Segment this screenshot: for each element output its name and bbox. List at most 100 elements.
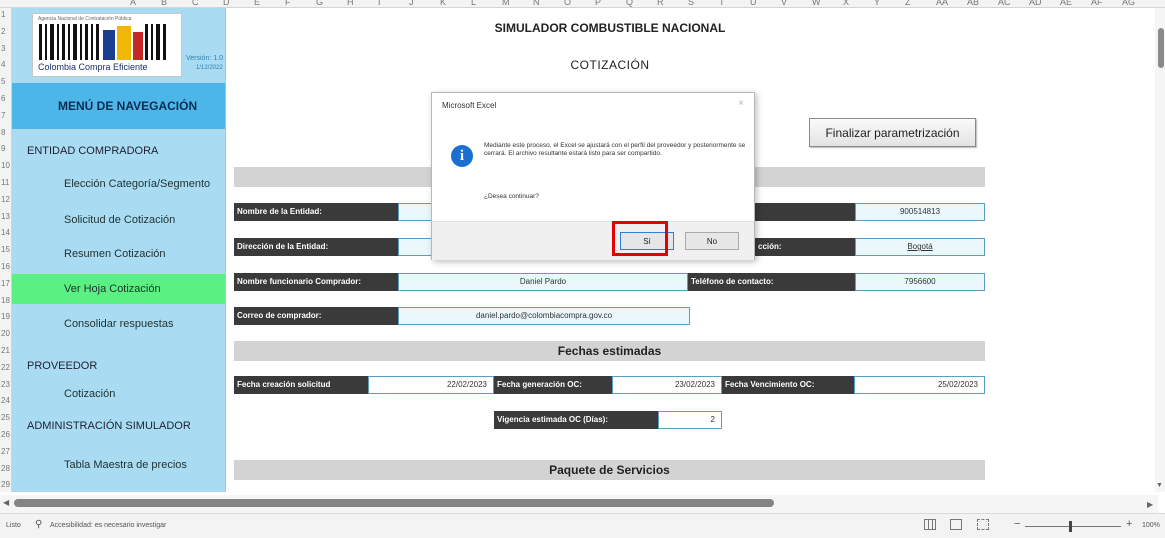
validity-days-field[interactable]: 2	[658, 411, 722, 429]
row-header-6[interactable]: 6	[1, 94, 5, 104]
row-header-24[interactable]: 24	[1, 396, 10, 406]
nit-field[interactable]: 900514813	[855, 203, 985, 221]
row-header-14[interactable]: 14	[1, 228, 10, 238]
scroll-down-arrow-icon[interactable]: ▼	[1156, 482, 1163, 489]
horizontal-scroll-thumb[interactable]	[14, 499, 774, 507]
column-header-s[interactable]: S	[688, 0, 694, 7]
row-header-18[interactable]: 18	[1, 296, 10, 306]
column-header-a[interactable]: A	[130, 0, 136, 7]
zoom-out-icon[interactable]: −	[1014, 518, 1020, 530]
column-header-l[interactable]: L	[471, 0, 476, 7]
row-header-25[interactable]: 25	[1, 413, 10, 423]
yes-button[interactable]: Sí	[620, 232, 674, 250]
generation-date-field[interactable]: 23/02/2023	[612, 376, 722, 394]
official-name-field[interactable]: Daniel Pardo	[398, 273, 688, 291]
column-header-j[interactable]: J	[409, 0, 414, 7]
nav-item-ver-hoja-cotizacion[interactable]: Ver Hoja Cotización	[12, 274, 225, 304]
row-header-2[interactable]: 2	[1, 27, 5, 37]
row-header-11[interactable]: 11	[1, 178, 9, 188]
column-header-k[interactable]: K	[440, 0, 446, 7]
column-header-o[interactable]: O	[564, 0, 571, 7]
column-header-h[interactable]: H	[347, 0, 354, 7]
accessibility-icon[interactable]: ⚲	[35, 519, 42, 530]
nav-item-resumen-cotizacion[interactable]: Resumen Cotización	[12, 239, 225, 269]
row-header-9[interactable]: 9	[1, 144, 5, 154]
column-header-e[interactable]: E	[254, 0, 260, 7]
row-header-27[interactable]: 27	[1, 447, 10, 457]
column-header-v[interactable]: V	[781, 0, 787, 7]
row-header-3[interactable]: 3	[1, 44, 5, 54]
column-header-p[interactable]: P	[595, 0, 601, 7]
page-break-view-icon[interactable]	[977, 519, 989, 530]
no-button[interactable]: No	[685, 232, 739, 250]
row-header-1[interactable]: 1	[1, 10, 5, 20]
row-header-17[interactable]: 17	[1, 279, 10, 289]
nav-item-tabla-maestra-precios[interactable]: Tabla Maestra de precios	[12, 450, 225, 480]
column-header-ag[interactable]: AG	[1122, 0, 1135, 7]
scroll-left-arrow-icon[interactable]: ◀	[3, 498, 9, 507]
nav-item-consolidar-respuestas[interactable]: Consolidar respuestas	[12, 309, 225, 339]
column-header-af[interactable]: AF	[1091, 0, 1103, 7]
normal-view-icon[interactable]	[924, 519, 936, 530]
row-header-5[interactable]: 5	[1, 77, 5, 87]
row-header-4[interactable]: 4	[1, 60, 5, 70]
vertical-scroll-thumb[interactable]	[1158, 28, 1164, 68]
nav-item-cotizacion[interactable]: Cotización	[12, 379, 225, 409]
nav-section-proveedor: PROVEEDOR	[27, 360, 98, 372]
row-header-29[interactable]: 29	[1, 480, 10, 490]
zoom-slider[interactable]	[1025, 526, 1121, 527]
row-header-28[interactable]: 28	[1, 464, 10, 474]
zoom-level: 100%	[1142, 522, 1160, 529]
column-header-w[interactable]: W	[812, 0, 821, 7]
column-header-ab[interactable]: AB	[967, 0, 979, 7]
row-header-16[interactable]: 16	[1, 262, 10, 272]
row-header-19[interactable]: 19	[1, 312, 10, 322]
close-icon[interactable]: ×	[738, 98, 744, 109]
vertical-scrollbar[interactable]	[1155, 8, 1165, 492]
phone-field[interactable]: 7956600	[855, 273, 985, 291]
accessibility-status[interactable]: Accesibilidad: es necesario investigar	[50, 522, 166, 529]
zoom-slider-handle[interactable]	[1069, 521, 1072, 532]
column-header-d[interactable]: D	[223, 0, 230, 7]
row-header-15[interactable]: 15	[1, 245, 10, 255]
column-header-ac[interactable]: AC	[998, 0, 1011, 7]
column-header-y[interactable]: Y	[874, 0, 880, 7]
column-header-u[interactable]: U	[750, 0, 757, 7]
column-header-x[interactable]: X	[843, 0, 849, 7]
nav-item-solicitud-cotizacion[interactable]: Solicitud de Cotización	[12, 205, 225, 235]
row-header-7[interactable]: 7	[1, 111, 5, 121]
column-header-n[interactable]: N	[533, 0, 540, 7]
row-header-22[interactable]: 22	[1, 363, 10, 373]
row-header-12[interactable]: 12	[1, 195, 10, 205]
column-header-r[interactable]: R	[657, 0, 664, 7]
column-header-i[interactable]: I	[378, 0, 381, 7]
scroll-right-arrow-icon[interactable]: ▶	[1147, 500, 1153, 509]
column-header-z[interactable]: Z	[905, 0, 911, 7]
email-field[interactable]: daniel.pardo@colombiacompra.gov.co	[398, 307, 690, 325]
column-header-c[interactable]: C	[192, 0, 199, 7]
row-header-21[interactable]: 21	[1, 346, 10, 356]
column-header-bar: A B C D E F G H I J K L M N O P Q R S T U V W X Y Z AA AB AC AD AE AF AG	[0, 0, 1165, 8]
creation-date-field[interactable]: 22/02/2023	[368, 376, 494, 394]
page-layout-view-icon[interactable]	[950, 519, 962, 530]
zoom-in-icon[interactable]: +	[1126, 518, 1132, 530]
expiry-date-field[interactable]: 25/02/2023	[854, 376, 985, 394]
finalize-parametrization-button[interactable]: Finalizar parametrización	[809, 118, 976, 147]
row-header-20[interactable]: 20	[1, 329, 10, 339]
column-header-b[interactable]: B	[161, 0, 167, 7]
column-header-m[interactable]: M	[502, 0, 510, 7]
column-header-aa[interactable]: AA	[936, 0, 948, 7]
row-header-26[interactable]: 26	[1, 430, 10, 440]
row-header-8[interactable]: 8	[1, 128, 5, 138]
row-header-23[interactable]: 23	[1, 380, 10, 390]
column-header-f[interactable]: F	[285, 0, 291, 7]
column-header-g[interactable]: G	[316, 0, 323, 7]
column-header-ae[interactable]: AE	[1060, 0, 1072, 7]
row-header-13[interactable]: 13	[1, 212, 10, 222]
row-header-10[interactable]: 10	[1, 161, 10, 171]
nav-item-eleccion-categoria[interactable]: Elección Categoría/Segmento	[12, 169, 225, 199]
column-header-t[interactable]: T	[719, 0, 725, 7]
city-field[interactable]: Bogotá	[855, 238, 985, 256]
column-header-ad[interactable]: AD	[1029, 0, 1042, 7]
column-header-q[interactable]: Q	[626, 0, 633, 7]
